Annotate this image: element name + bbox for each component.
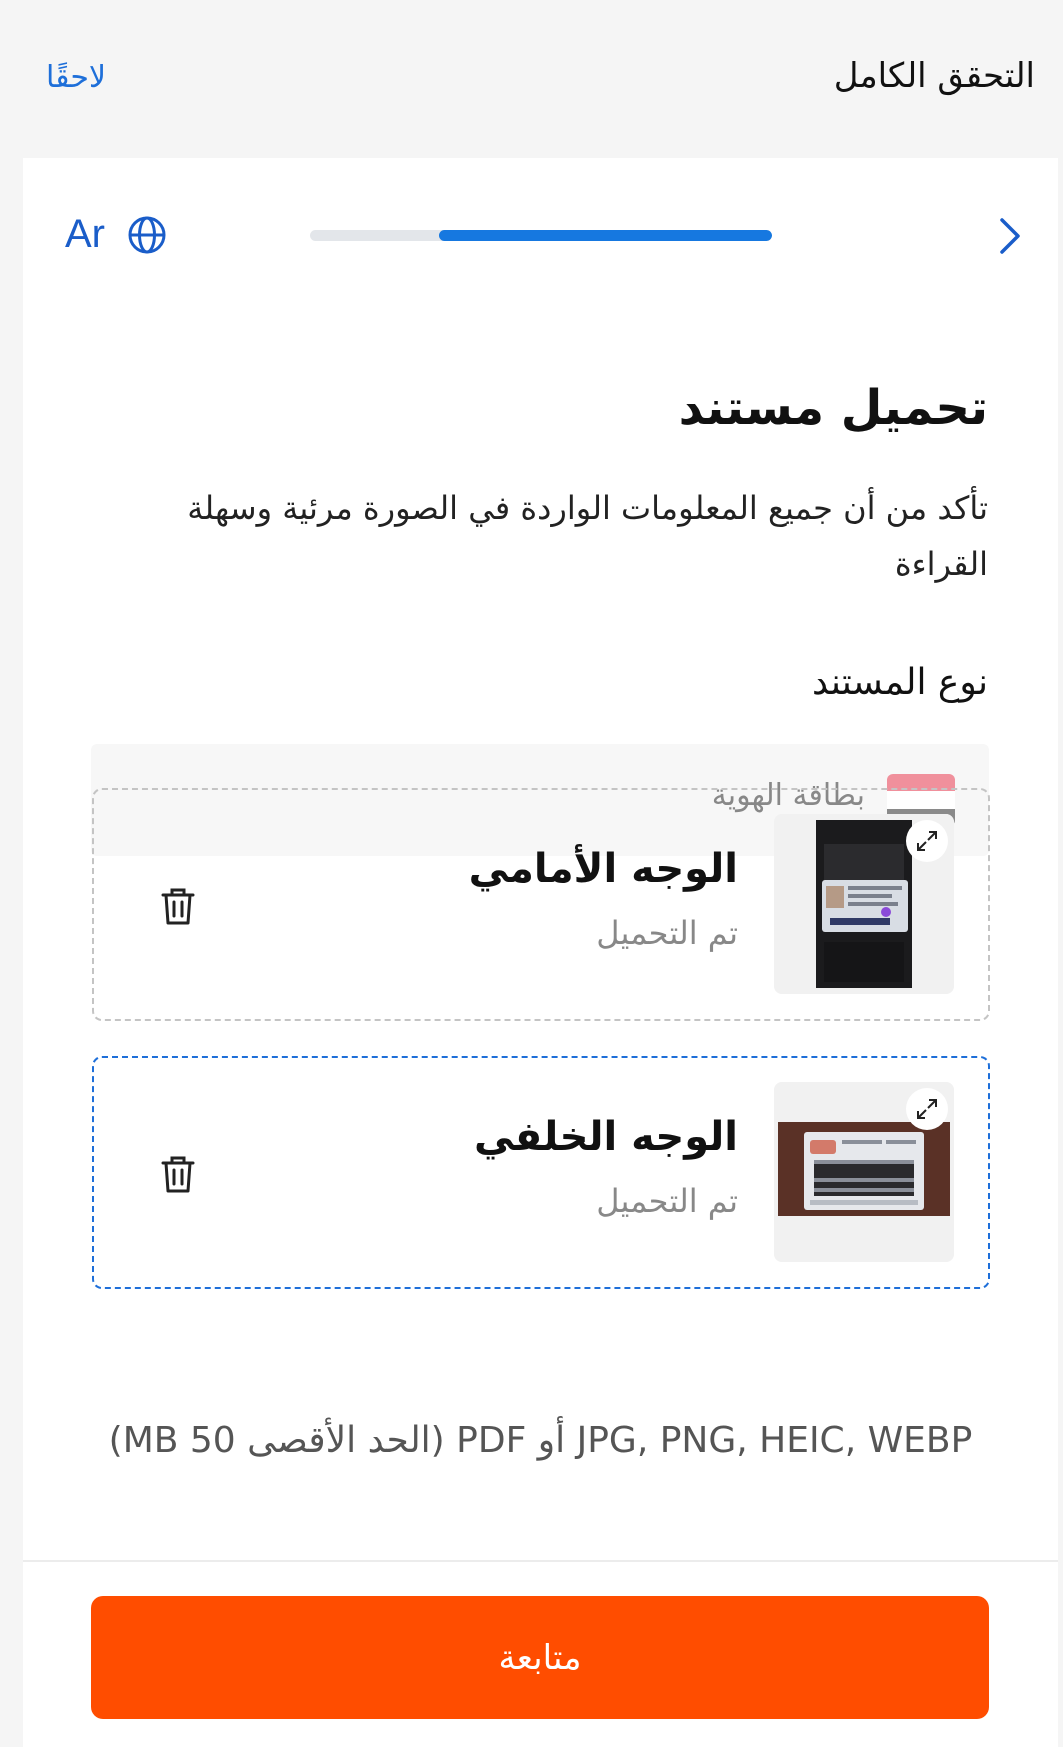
expand-icon[interactable] [906,1088,948,1130]
file-format-note: JPG, PNG, HEIC, WEBP أو PDF (الحد الأقصى… [108,1420,973,1461]
top-bar: التحقق الكامل لاحقًا [0,0,1063,158]
upload-status: تم التحميل [596,1182,738,1220]
upload-side-title: الوجه الأمامي [468,846,738,892]
back-side-thumbnail[interactable] [774,1082,954,1262]
language-label: Ar [65,212,105,256]
language-switcher[interactable]: Ar [65,212,167,257]
later-link[interactable]: لاحقًا [46,60,106,95]
document-type-label: نوع المستند [811,662,988,703]
progress-bar [310,230,772,241]
page-title: التحقق الكامل [833,56,1035,96]
progress-fill [439,230,772,241]
upload-status: تم التحميل [596,914,738,952]
trash-icon[interactable] [160,886,196,930]
main-card: Ar تحميل مستند تأكد من أن جميع المعلومات… [23,158,1058,1747]
upload-back-side[interactable]: الوجه الخلفي تم التحميل [92,1056,990,1289]
section-subtitle: تأكد من أن جميع المعلومات الواردة في الص… [187,489,988,583]
section-heading: تحميل مستند [678,380,988,436]
upload-front-side[interactable]: الوجه الأمامي تم التحميل [92,788,990,1021]
expand-icon[interactable] [906,820,948,862]
front-side-thumbnail[interactable] [774,814,954,994]
upload-side-title: الوجه الخلفي [474,1114,738,1160]
footer-divider [23,1560,1058,1562]
continue-button[interactable]: متابعة [91,1596,989,1719]
trash-icon[interactable] [160,1154,196,1198]
chevron-right-icon[interactable] [998,216,1022,260]
globe-icon [127,215,167,255]
